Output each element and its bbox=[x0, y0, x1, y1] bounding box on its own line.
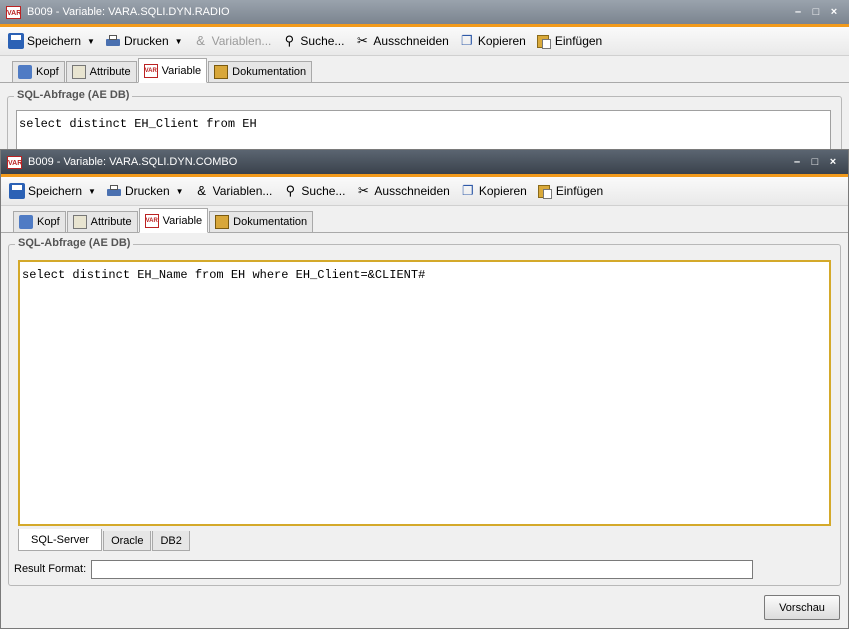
preview-button[interactable]: Vorschau bbox=[764, 595, 840, 620]
tab-kopf[interactable]: Kopf bbox=[13, 211, 66, 232]
tab-label: Variable bbox=[161, 64, 202, 77]
minimize-icon[interactable]: – bbox=[793, 6, 803, 18]
cut-label: Ausschneiden bbox=[374, 184, 450, 198]
toolbar: Speichern ▼ Drucken ▼ & Variablen... ⚲ Suche… bbox=[0, 27, 849, 56]
copy-label: Kopieren bbox=[478, 184, 527, 198]
window-radio: VAR B009 - Variable: VARA.SQLI.DYN.RADIO… bbox=[0, 0, 849, 150]
title-bar[interactable]: VAR B009 - Variable: VARA.SQLI.DYN.RADIO… bbox=[0, 0, 849, 27]
attributes-icon bbox=[72, 215, 87, 229]
toolbar: Speichern ▼ Drucken ▼ & Variablen... ⚲ Suche… bbox=[1, 177, 848, 206]
save-label: Speichern bbox=[28, 184, 83, 198]
close-icon[interactable]: × bbox=[829, 6, 839, 18]
tab-label: Dokumentation bbox=[232, 66, 307, 78]
variable-app-icon: VAR bbox=[6, 5, 21, 19]
sql-editor[interactable]: select distinct EH_Client from EH bbox=[16, 110, 831, 150]
chevron-down-icon[interactable]: ▼ bbox=[87, 37, 95, 46]
paste-label: Einfügen bbox=[555, 184, 604, 198]
copy-icon bbox=[460, 183, 476, 199]
chevron-down-icon[interactable]: ▼ bbox=[88, 187, 96, 196]
tab-label: Attribute bbox=[89, 66, 131, 78]
print-label: Drucken bbox=[123, 34, 169, 48]
save-icon bbox=[8, 33, 24, 49]
variable-app-icon: VAR bbox=[7, 155, 22, 169]
copy-label: Kopieren bbox=[477, 34, 526, 48]
tab-kopf[interactable]: Kopf bbox=[12, 61, 65, 82]
search-label: Suche... bbox=[300, 34, 345, 48]
copy-button[interactable]: Kopieren bbox=[459, 33, 526, 49]
tab-attribute[interactable]: Attribute bbox=[66, 211, 138, 232]
header-icon bbox=[18, 65, 32, 79]
paste-button[interactable]: Einfügen bbox=[537, 183, 603, 199]
tab-variable[interactable]: VAR Variable bbox=[137, 58, 208, 83]
cut-button[interactable]: ✂ Ausschneiden bbox=[354, 33, 449, 49]
variables-button[interactable]: & Variablen... bbox=[194, 183, 273, 199]
paste-icon bbox=[537, 183, 553, 199]
binoculars-icon: ⚲ bbox=[284, 33, 295, 48]
maximize-icon[interactable]: □ bbox=[810, 156, 820, 168]
window-title: B009 - Variable: VARA.SQLI.DYN.RADIO bbox=[27, 6, 230, 18]
tab-dokumentation[interactable]: Dokumentation bbox=[208, 61, 313, 82]
object-tabs: Kopf Attribute VAR Variable Dokumentation bbox=[0, 56, 849, 83]
tab-label: Variable bbox=[162, 214, 203, 227]
search-button[interactable]: ⚲ Suche... bbox=[282, 183, 346, 199]
variable-icon: VAR bbox=[144, 213, 159, 228]
printer-icon bbox=[106, 183, 122, 199]
save-button[interactable]: Speichern ▼ bbox=[8, 33, 95, 49]
scissors-icon: ✂ bbox=[357, 183, 369, 198]
variables-label: Variablen... bbox=[211, 34, 272, 48]
variables-label: Variablen... bbox=[212, 184, 273, 198]
header-icon bbox=[19, 215, 33, 229]
tab-sql-server[interactable]: SQL-Server bbox=[18, 529, 103, 551]
print-label: Drucken bbox=[124, 184, 170, 198]
tab-dokumentation[interactable]: Dokumentation bbox=[209, 211, 314, 232]
print-button[interactable]: Drucken ▼ bbox=[106, 183, 184, 199]
copy-button[interactable]: Kopieren bbox=[460, 183, 527, 199]
tab-attribute[interactable]: Attribute bbox=[65, 61, 137, 82]
maximize-icon[interactable]: □ bbox=[811, 6, 821, 18]
copy-icon bbox=[459, 33, 475, 49]
tab-label: Attribute bbox=[90, 216, 132, 228]
documentation-icon bbox=[215, 215, 230, 229]
paste-label: Einfügen bbox=[554, 34, 603, 48]
tab-label: Kopf bbox=[37, 216, 60, 228]
variable-icon: VAR bbox=[143, 63, 158, 78]
tab-db2[interactable]: DB2 bbox=[152, 531, 190, 551]
search-label: Suche... bbox=[301, 184, 346, 198]
window-title: B009 - Variable: VARA.SQLI.DYN.COMBO bbox=[28, 156, 238, 168]
chevron-down-icon[interactable]: ▼ bbox=[175, 37, 183, 46]
variables-icon: & bbox=[196, 33, 205, 48]
tab-oracle[interactable]: Oracle bbox=[103, 531, 152, 551]
result-format-label: Result Format: bbox=[14, 563, 87, 575]
printer-icon bbox=[105, 33, 121, 49]
binoculars-icon: ⚲ bbox=[285, 183, 296, 198]
cut-label: Ausschneiden bbox=[373, 34, 449, 48]
group-legend: SQL-Abfrage (AE DB) bbox=[14, 89, 133, 101]
tab-label: Kopf bbox=[36, 66, 59, 78]
save-icon bbox=[9, 183, 25, 199]
chevron-down-icon[interactable]: ▼ bbox=[176, 187, 184, 196]
variables-button[interactable]: & Variablen... bbox=[193, 33, 272, 49]
window-combo: VAR B009 - Variable: VARA.SQLI.DYN.COMBO… bbox=[0, 149, 849, 629]
cut-button[interactable]: ✂ Ausschneiden bbox=[355, 183, 450, 199]
minimize-icon[interactable]: – bbox=[792, 156, 802, 168]
close-icon[interactable]: × bbox=[828, 156, 838, 168]
save-label: Speichern bbox=[27, 34, 82, 48]
paste-button[interactable]: Einfügen bbox=[536, 33, 602, 49]
object-tabs: Kopf Attribute VAR Variable Dokumentation bbox=[1, 206, 848, 233]
attributes-icon bbox=[71, 65, 86, 79]
group-legend: SQL-Abfrage (AE DB) bbox=[15, 237, 134, 249]
result-format-input[interactable] bbox=[91, 560, 753, 579]
scissors-icon: ✂ bbox=[356, 33, 368, 48]
save-button[interactable]: Speichern ▼ bbox=[9, 183, 96, 199]
variables-icon: & bbox=[197, 183, 206, 198]
search-button[interactable]: ⚲ Suche... bbox=[281, 33, 345, 49]
paste-icon bbox=[536, 33, 552, 49]
title-bar[interactable]: VAR B009 - Variable: VARA.SQLI.DYN.COMBO… bbox=[1, 150, 848, 177]
tab-variable[interactable]: VAR Variable bbox=[138, 208, 209, 233]
sql-editor[interactable]: select distinct EH_Name from EH where EH… bbox=[18, 260, 831, 526]
tab-label: Dokumentation bbox=[233, 216, 308, 228]
print-button[interactable]: Drucken ▼ bbox=[105, 33, 183, 49]
documentation-icon bbox=[214, 65, 229, 79]
database-tabs: SQL-Server Oracle DB2 bbox=[18, 529, 191, 551]
